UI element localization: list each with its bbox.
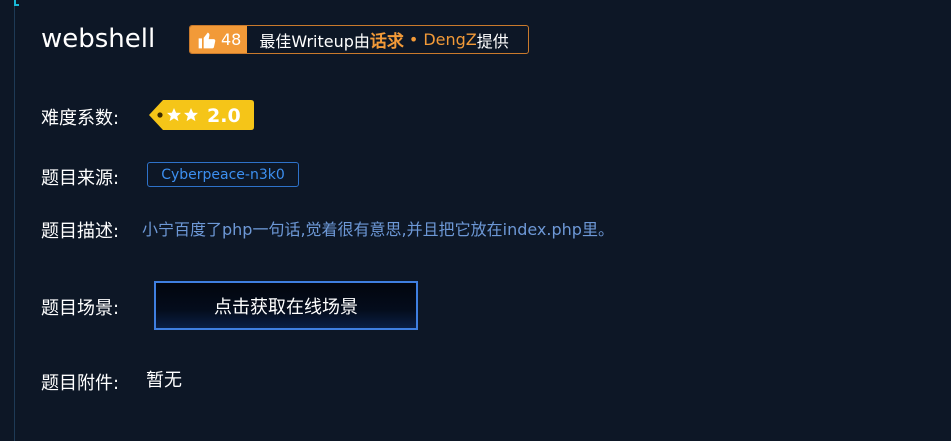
corner-accent: [14, 0, 19, 6]
get-online-scene-button[interactable]: 点击获取在线场景: [154, 281, 418, 330]
challenge-title: webshell: [41, 24, 156, 54]
source-label: 题目来源:: [41, 168, 120, 189]
difficulty-label: 难度系数:: [41, 108, 120, 129]
like-count: 48: [221, 30, 242, 49]
source-tag[interactable]: Cyberpeace-n3k0: [147, 162, 299, 187]
writeup-suffix: 提供: [476, 31, 509, 51]
difficulty-tag: 2.0: [148, 99, 255, 131]
like-counter[interactable]: 48: [190, 26, 248, 53]
writeup-team: 话求: [369, 32, 404, 52]
attachment-label: 题目附件:: [41, 373, 120, 394]
difficulty-value: 2.0: [207, 105, 241, 127]
writeup-separator: •: [408, 30, 419, 49]
left-border-line: [14, 0, 15, 441]
attachment-value: 暂无: [146, 370, 182, 391]
writeup-credit[interactable]: 最佳Writeup由 话求 • DengZ 提供: [247, 26, 508, 53]
scene-label: 题目场景:: [41, 298, 120, 319]
description-text: 小宁百度了php一句话,觉着很有意思,并且把它放在index.php里。: [142, 220, 614, 239]
writeup-author[interactable]: DengZ: [423, 30, 476, 49]
thumbs-up-icon: [197, 30, 217, 50]
best-writeup-badge[interactable]: 48 最佳Writeup由 话求 • DengZ 提供: [189, 25, 529, 54]
description-label: 题目描述:: [41, 221, 120, 242]
writeup-prefix: 最佳Writeup由: [259, 31, 370, 51]
